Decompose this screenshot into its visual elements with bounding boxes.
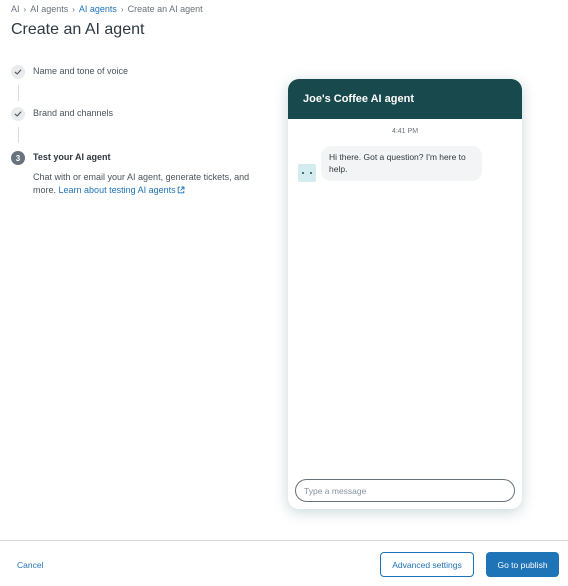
- breadcrumb-item-ai[interactable]: AI: [11, 4, 20, 14]
- step-test-ai-agent: 3 Test your AI agent: [11, 151, 251, 165]
- learn-more-link[interactable]: Learn about testing AI agents: [59, 185, 185, 195]
- checkmark-icon: [11, 107, 25, 121]
- cancel-button[interactable]: Cancel: [17, 560, 43, 570]
- chevron-right-icon: ›: [120, 4, 124, 14]
- breadcrumb-item-current: Create an AI agent: [127, 4, 203, 14]
- breadcrumb: AI › AI agents › AI agents › Create an A…: [11, 4, 203, 14]
- chat-preview: Joe's Coffee AI agent 4:41 PM Hi there. …: [288, 79, 522, 509]
- breadcrumb-item-ai-agents[interactable]: AI agents: [30, 4, 68, 14]
- step-brand-and-channels[interactable]: Brand and channels: [11, 107, 251, 121]
- step-label: Brand and channels: [33, 108, 114, 118]
- bot-message: Hi there. Got a question? I'm here to he…: [321, 146, 482, 181]
- chevron-right-icon: ›: [23, 4, 27, 14]
- breadcrumb-item-ai-agents-link[interactable]: AI agents: [79, 4, 117, 14]
- bot-avatar-icon: [298, 164, 316, 182]
- step-label: Name and tone of voice: [33, 66, 129, 76]
- chat-message-input[interactable]: [295, 479, 515, 502]
- checkmark-icon: [11, 65, 25, 79]
- chat-header: Joe's Coffee AI agent: [288, 79, 522, 119]
- go-to-publish-button[interactable]: Go to publish: [486, 552, 559, 577]
- step-name-and-tone[interactable]: Name and tone of voice: [11, 65, 251, 79]
- step-label: Test your AI agent: [33, 152, 111, 162]
- chevron-right-icon: ›: [72, 4, 75, 14]
- external-link-icon: [177, 186, 185, 194]
- message-timestamp: 4:41 PM: [391, 128, 419, 135]
- step-number-badge: 3: [11, 151, 25, 165]
- footer-divider: [0, 540, 568, 541]
- step-description: Chat with or email your AI agent, genera…: [33, 171, 263, 197]
- step-connector: [18, 127, 19, 143]
- chat-title: Joe's Coffee AI agent: [303, 93, 415, 105]
- advanced-settings-button[interactable]: Advanced settings: [380, 552, 474, 577]
- learn-more-link-text: Learn about testing AI agents: [58, 185, 176, 195]
- step-connector: [18, 85, 19, 101]
- page-title: Create an AI agent: [11, 21, 145, 38]
